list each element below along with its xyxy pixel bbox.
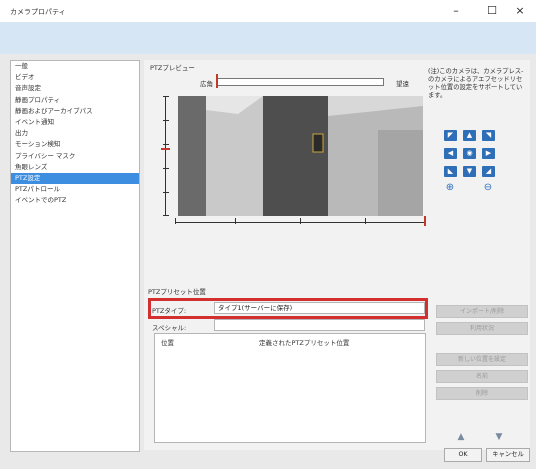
tilt-down-button[interactable]: ▼ (463, 166, 476, 177)
ok-button[interactable]: OK (444, 448, 482, 462)
tilt-tick (163, 96, 169, 97)
sidebar-item-still-properties[interactable]: 静画プロパティ (11, 95, 139, 106)
pan-down-right-button[interactable]: ◢ (482, 166, 495, 177)
zoom-tele-label: 望遠 (396, 80, 409, 88)
minimize-button[interactable]: – (442, 2, 470, 20)
speed-field[interactable] (214, 319, 425, 331)
cancel-button[interactable]: キャンセル (486, 448, 530, 462)
sidebar-item-privacy-mask[interactable]: プライバシー マスク (11, 151, 139, 162)
tilt-tick (163, 215, 169, 216)
tilt-tick (163, 168, 169, 169)
pan-tick (175, 218, 176, 224)
rename-button[interactable]: 名前 (436, 370, 528, 383)
camera-scene (178, 96, 423, 216)
maximize-button[interactable]: ☐ (478, 2, 506, 20)
sidebar-item-general[interactable]: 一般 (11, 61, 139, 72)
sidebar-item-ptz-on-event[interactable]: イベントでのPTZ (11, 195, 139, 206)
camera-preview[interactable] (178, 96, 423, 216)
pan-tick (365, 218, 366, 224)
pan-down-left-button[interactable]: ◣ (444, 166, 457, 177)
settings-sidebar: 一般 ビデオ 音声設定 静画プロパティ 静画およびアーカイブパス イベント通知 … (10, 60, 140, 452)
sidebar-item-ptz-settings[interactable]: PTZ設定 (11, 172, 139, 185)
ptz-preview-label: PTZプレビュー (150, 64, 195, 72)
zoom-out-icon[interactable]: ⊖ (481, 182, 495, 194)
window-title: カメラプロパティ (10, 8, 66, 16)
header-band (0, 22, 536, 54)
set-new-position-button[interactable]: 新しい位置を設定 (436, 353, 528, 366)
preset-list[interactable]: 位置 定義されたPTZプリセット位置 (154, 333, 426, 443)
move-up-icon[interactable]: ▲ (454, 432, 468, 443)
sidebar-item-fisheye[interactable]: 魚眼レンズ (11, 162, 139, 173)
zoom-slider-handle[interactable] (216, 74, 218, 88)
zoom-in-icon[interactable]: ⊕ (443, 182, 457, 194)
tilt-tick (163, 192, 169, 193)
move-down-icon[interactable]: ▼ (492, 432, 506, 443)
sidebar-item-ptz-patrol[interactable]: PTZパトロール (11, 184, 139, 195)
home-position-button[interactable]: ◉ (463, 148, 476, 159)
preset-section-label: PTZプリセット位置 (148, 288, 206, 296)
preset-col-position: 位置 (161, 339, 174, 347)
sidebar-item-output[interactable]: 出力 (11, 128, 139, 139)
pan-position-marker[interactable] (424, 216, 426, 226)
tilt-tick (163, 144, 169, 145)
speed-label: スペシャル: (152, 324, 187, 332)
pan-tick (300, 218, 301, 224)
tilt-tick (163, 120, 169, 121)
sidebar-item-video[interactable]: ビデオ (11, 72, 139, 83)
sidebar-item-still-archive-path[interactable]: 静画およびアーカイブパス (11, 106, 139, 117)
pan-up-right-button[interactable]: ◥ (482, 130, 495, 141)
zoom-wide-label: 広角 (200, 80, 213, 88)
import-delete-button[interactable]: インポート/削除 (436, 305, 528, 318)
pan-right-button[interactable]: ▶ (482, 148, 495, 159)
sidebar-item-event-notification[interactable]: イベント通知 (11, 117, 139, 128)
tilt-scale (165, 96, 166, 216)
tilt-position-marker[interactable] (161, 148, 170, 150)
sidebar-item-motion-detection[interactable]: モーション検知 (11, 139, 139, 150)
close-button[interactable]: × (506, 2, 534, 20)
zoom-slider[interactable] (216, 78, 384, 86)
pan-up-left-button[interactable]: ◤ (444, 130, 457, 141)
pan-left-button[interactable]: ◀ (444, 148, 457, 159)
preset-col-defined: 定義されたPTZプリセット位置 (259, 339, 350, 347)
usage-button[interactable]: 利用状況 (436, 322, 528, 335)
tilt-up-button[interactable]: ▲ (463, 130, 476, 141)
delete-button[interactable]: 削除 (436, 387, 528, 400)
title-bar: カメラプロパティ – ☐ × (0, 0, 536, 22)
ptz-support-note: (注)このカメラは、カメラプレス-のカメラによるアエフセッドリセット位置の設定を… (428, 68, 524, 99)
ptz-type-highlight (148, 298, 428, 319)
sidebar-item-audio[interactable]: 音声設定 (11, 83, 139, 94)
pan-tick (235, 218, 236, 224)
